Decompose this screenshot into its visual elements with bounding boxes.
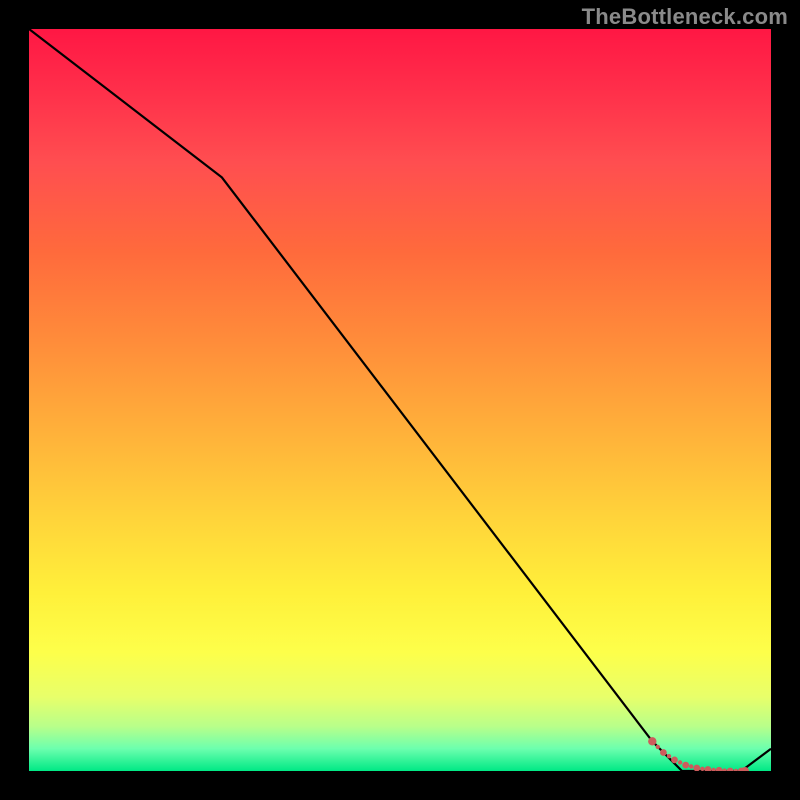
chart-stage: TheBottleneck.com	[0, 0, 800, 800]
watermark-text: TheBottleneck.com	[582, 4, 788, 30]
gradient-plot-background	[29, 29, 771, 771]
